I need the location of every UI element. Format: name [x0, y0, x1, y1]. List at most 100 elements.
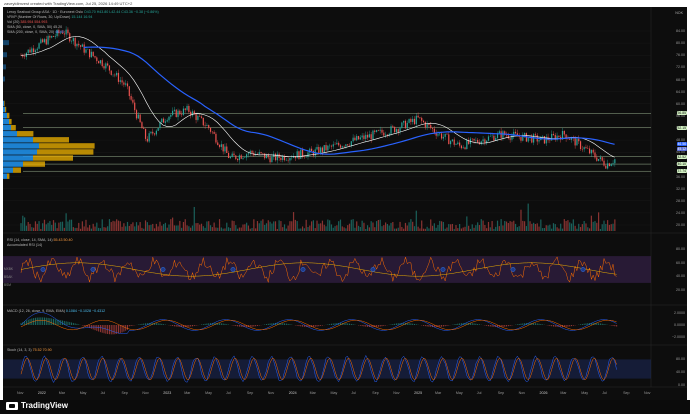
macd-histogram-bar	[83, 325, 85, 327]
volume-bar	[271, 223, 273, 231]
volume-bar	[146, 222, 148, 231]
candle-body	[460, 145, 463, 149]
candle-body	[301, 149, 304, 157]
candle-body	[527, 137, 529, 142]
macd-histogram-bar	[163, 324, 165, 325]
tradingview-chart[interactable]: NOK Leroy Seafood Group ASA · 1D · Euron…	[3, 7, 687, 400]
candle-body	[296, 151, 298, 159]
candle-body	[135, 110, 138, 119]
macd-histogram-bar	[130, 325, 132, 327]
volume-bar	[200, 223, 203, 231]
candle-body	[399, 128, 401, 133]
volume-bar	[502, 225, 504, 231]
volume-bar	[224, 228, 226, 231]
candle-body	[47, 36, 49, 45]
macd-histogram-bar	[507, 325, 509, 327]
symbol-legend[interactable]: Leroy Seafood Group ASA · 1D · Euronext …	[7, 10, 159, 14]
volume-bar	[581, 224, 583, 231]
chart-canvas[interactable]	[3, 7, 687, 400]
candle-body	[117, 72, 120, 82]
candle-body	[119, 80, 121, 82]
volume-bar	[291, 221, 293, 231]
macd-histogram-bar	[473, 323, 475, 325]
tradingview-logo[interactable]: TradingView	[6, 401, 68, 410]
macd-histogram-bar	[439, 325, 441, 327]
candle-body	[132, 99, 134, 103]
macd-histogram-bar	[285, 323, 287, 325]
candle-body	[449, 141, 452, 145]
macd-histogram-bar	[442, 325, 444, 327]
volume-bar	[338, 221, 340, 231]
vrvp-up-bar	[3, 137, 33, 143]
price-tag: 42.52	[676, 154, 687, 159]
candle-body	[552, 133, 555, 136]
time-axis-label: Nov	[17, 391, 24, 395]
macd-histogram-bar	[551, 325, 553, 327]
volume-bar	[166, 227, 168, 231]
vrvp-down-bar	[11, 125, 16, 131]
volume-bar	[446, 227, 448, 231]
volume-bar	[24, 217, 26, 231]
volume-bar	[408, 222, 410, 231]
vrvp-up-bar	[3, 173, 7, 179]
volume-bar	[155, 223, 157, 231]
stoch-legend[interactable]: Stoch (14, 3, 3) 75.52 70.90	[7, 348, 52, 352]
volume-bar	[513, 220, 515, 231]
macd-histogram-bar	[460, 323, 462, 325]
vrvp-legend[interactable]: VRVP (Number Of Rows, 30, Up/Down) 15.14…	[7, 15, 92, 19]
macd-histogram-bar	[45, 317, 47, 325]
event-marker	[160, 267, 166, 272]
candle-body	[431, 128, 434, 129]
volume-bar	[42, 223, 44, 231]
candle-body	[126, 83, 129, 87]
volume-bar	[413, 226, 416, 231]
volume-bar	[359, 227, 361, 231]
rsi-legend[interactable]: RSI (14, close, 14, SMA, 14) 55.43 50.40	[7, 238, 73, 242]
macd-histogram-bar	[596, 323, 598, 325]
volume-bar	[49, 221, 51, 231]
sma50-legend[interactable]: SMA (50, close, 0, SMA, 50) 45.20	[7, 25, 62, 29]
macd-histogram-bar	[580, 324, 582, 325]
volume-bar	[233, 221, 235, 231]
candle-body	[610, 164, 612, 167]
sma50-value: 45.20	[53, 25, 63, 29]
stoch-label: Stoch (14, 3, 3)	[7, 348, 32, 352]
candle-body	[404, 120, 407, 129]
macd-histogram-bar	[101, 325, 103, 333]
sma200-legend[interactable]: SMA (200, close, 0, SMA, 20) 46.90	[7, 30, 64, 34]
macd-histogram-bar	[520, 323, 522, 325]
candle-body	[217, 142, 219, 146]
volume-bar	[579, 227, 582, 231]
volume-bar	[54, 222, 56, 231]
volume-bar	[114, 221, 116, 231]
macd-histogram-bar	[486, 325, 488, 326]
volume-bar	[460, 228, 463, 231]
volume-bar	[341, 226, 343, 231]
macd-histogram-bar	[536, 323, 538, 325]
price-tag: 52.15	[676, 125, 687, 130]
macd-histogram-bar	[365, 325, 367, 327]
volume-bar	[417, 226, 419, 231]
candle-body	[408, 119, 410, 123]
volume-bar	[132, 222, 134, 231]
macd-axis-label: 2.0000	[674, 311, 685, 315]
volume-bar	[478, 225, 481, 231]
time-axis-label: Jul	[602, 391, 607, 395]
candle-body	[303, 156, 305, 158]
macd-histogram-bar	[157, 323, 159, 325]
candle-body	[144, 129, 147, 139]
rsi-sub-legend: Accumulated RSI (14)	[7, 243, 42, 247]
volume-bar	[323, 224, 325, 231]
macd-histogram-bar	[141, 323, 143, 325]
macd-histogram-bar	[110, 325, 112, 335]
candle-body	[311, 148, 313, 152]
volume-bar	[139, 222, 141, 231]
candle-body	[390, 126, 392, 134]
candle-body	[365, 134, 367, 139]
volume-legend[interactable]: Vol (20) 385.954 554.993	[7, 20, 47, 24]
macd-histogram-bar	[453, 324, 455, 325]
vrvp-down-bar	[13, 167, 21, 173]
candle-body	[164, 121, 166, 123]
volume-bar	[218, 219, 221, 231]
macd-legend[interactable]: MACD (12, 26, close, 9, EMA, EMA) 0.1084…	[7, 309, 105, 313]
